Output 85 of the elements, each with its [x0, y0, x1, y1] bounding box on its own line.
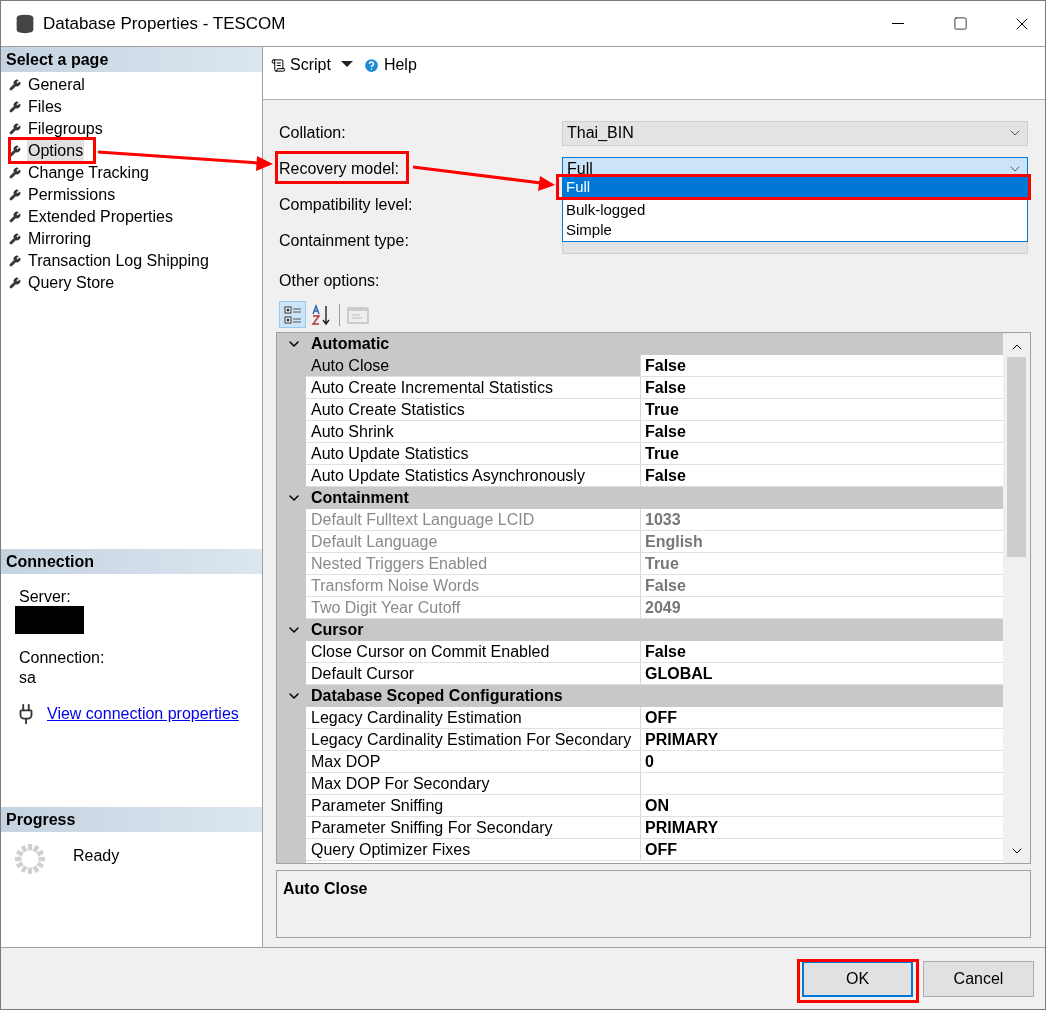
redaction-block: [15, 606, 84, 634]
field-label: Recovery model:: [279, 160, 400, 178]
help-icon: [362, 56, 380, 74]
menu-item[interactable]: Bulk-logged: [563, 200, 1027, 220]
field-label: Collation:: [279, 124, 346, 142]
property-value[interactable]: OFF: [641, 707, 1003, 728]
progress-status: Ready: [73, 846, 120, 866]
categorized-button[interactable]: [279, 301, 306, 328]
property-value[interactable]: PRIMARY: [641, 817, 1003, 838]
menu-item[interactable]: Full: [563, 177, 1027, 197]
help-button[interactable]: Help: [362, 53, 417, 77]
dialog-button[interactable]: OK: [802, 960, 913, 997]
property-value[interactable]: 0: [641, 751, 1003, 772]
property-value[interactable]: False: [641, 641, 1003, 662]
wrench-icon: [9, 123, 21, 135]
wrench-icon: [9, 211, 21, 223]
wrench-icon: [9, 189, 21, 201]
property-name[interactable]: Auto Close: [306, 355, 641, 376]
property-name[interactable]: Parameter Sniffing: [306, 795, 641, 816]
other-options-label: Other options:: [279, 271, 380, 291]
field-label: Compatibility level:: [279, 196, 413, 214]
property-value[interactable]: False: [641, 465, 1003, 486]
field-label: Containment type:: [279, 232, 409, 250]
property-value[interactable]: GLOBAL: [641, 663, 1003, 684]
property-name[interactable]: Auto Update Statistics: [306, 443, 641, 464]
property-name[interactable]: Query Optimizer Fixes: [306, 839, 641, 860]
property-value[interactable]: PRIMARY: [641, 729, 1003, 750]
property-value[interactable]: False: [641, 377, 1003, 398]
sidebar-item[interactable]: Filegroups: [27, 117, 104, 141]
property-value[interactable]: OFF: [641, 839, 1003, 860]
category-title: Automatic: [311, 334, 390, 354]
wrench-icon: [9, 233, 21, 245]
property-name[interactable]: Close Cursor on Commit Enabled: [306, 641, 641, 662]
maximize-icon: [952, 16, 968, 31]
spinner-icon: [15, 844, 45, 874]
window-title: Database Properties - TESCOM: [43, 12, 286, 35]
property-value[interactable]: True: [641, 443, 1003, 464]
connection-value: sa: [19, 668, 37, 688]
wrench-icon: [9, 79, 21, 91]
pane-header: Connection: [1, 549, 262, 574]
menu-item[interactable]: Simple: [563, 220, 1027, 240]
sidebar-item[interactable]: Transaction Log Shipping: [27, 249, 210, 273]
connection-properties-link[interactable]: View connection properties: [47, 702, 239, 726]
sidebar-item[interactable]: General: [27, 73, 86, 97]
database-icon: [15, 13, 35, 34]
dialog-button[interactable]: Cancel: [923, 960, 1034, 997]
property-name[interactable]: Parameter Sniffing For Secondary: [306, 817, 641, 838]
property-value[interactable]: False: [641, 355, 1003, 376]
scrollbar[interactable]: [1003, 333, 1030, 863]
category-title: Cursor: [311, 620, 364, 640]
property-name[interactable]: Legacy Cardinality Estimation: [306, 707, 641, 728]
wrench-icon: [9, 277, 21, 289]
property-name[interactable]: Legacy Cardinality Estimation For Secondary: [306, 729, 641, 750]
wrench-icon: [9, 145, 21, 157]
server-label: Server:: [19, 588, 72, 606]
description-title: Auto Close: [283, 880, 368, 897]
sidebar-item[interactable]: Mirroring: [27, 227, 93, 251]
property-value[interactable]: ON: [641, 795, 1003, 816]
script-icon: [271, 57, 286, 73]
property-name[interactable]: Auto Create Statistics: [306, 399, 641, 420]
minimize-icon: [892, 23, 904, 24]
pane-header: Progress: [1, 807, 262, 832]
property-name[interactable]: Max DOP: [306, 751, 641, 772]
sidebar-item[interactable]: Extended Properties: [27, 205, 174, 229]
sidebar-item[interactable]: Query Store: [27, 271, 116, 295]
pane-header: Select a page: [1, 47, 262, 72]
property-name[interactable]: Default Cursor: [306, 663, 641, 684]
scrollbar-thumb[interactable]: [1007, 357, 1026, 557]
property-name[interactable]: Auto Update Statistics Asynchronously: [306, 465, 641, 486]
wrench-icon: [9, 167, 21, 179]
property-value[interactable]: True: [641, 399, 1003, 420]
sidebar-item[interactable]: Change Tracking: [27, 161, 150, 185]
sidebar-item[interactable]: Files: [27, 95, 63, 119]
script-button[interactable]: Script: [271, 53, 331, 77]
wrench-icon: [9, 255, 21, 267]
category-title: Containment: [311, 488, 409, 508]
script-dropdown-button[interactable]: [340, 61, 353, 67]
category-title: Database Scoped Configurations: [311, 686, 563, 706]
property-name[interactable]: Auto Create Incremental Statistics: [306, 377, 641, 398]
property-name[interactable]: Auto Shrink: [306, 421, 641, 442]
collation-dropdown[interactable]: Thai_BIN: [562, 120, 1028, 146]
connection-label: Connection:: [19, 648, 106, 668]
sidebar-item[interactable]: Permissions: [27, 183, 117, 207]
wrench-icon: [9, 101, 21, 113]
property-value[interactable]: False: [641, 421, 1003, 442]
